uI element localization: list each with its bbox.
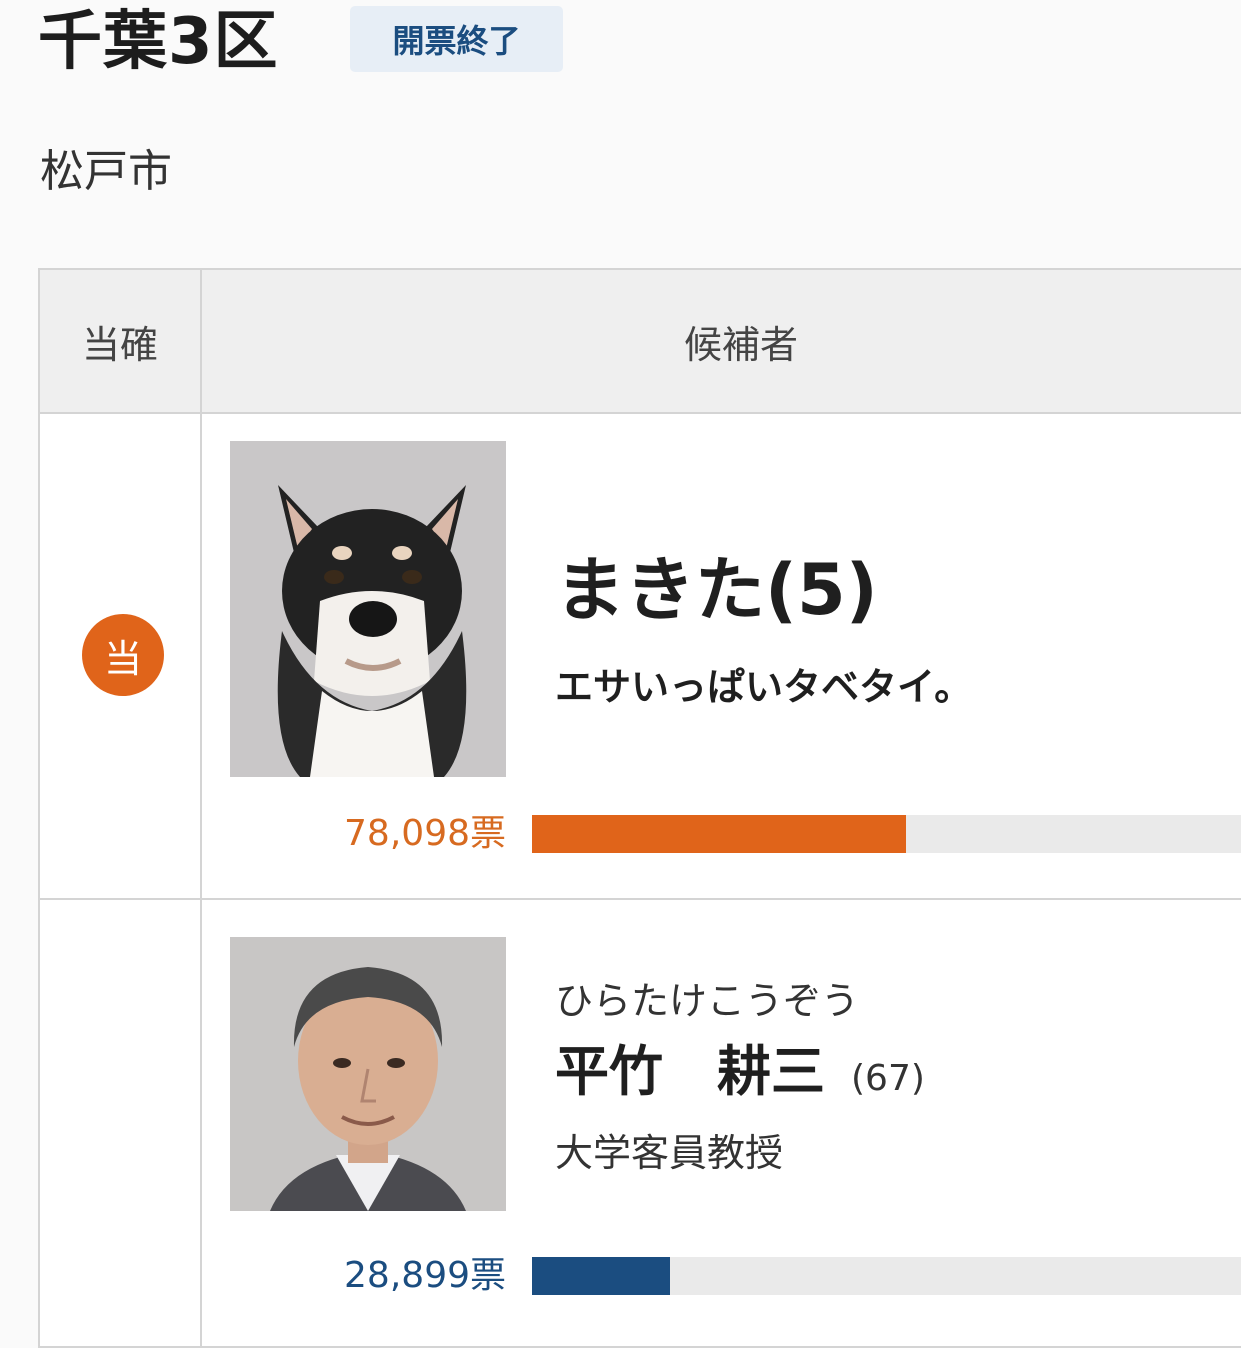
vote-bar-track — [532, 815, 1241, 853]
vote-bar-fill — [532, 1257, 671, 1295]
candidate-photo-person — [230, 937, 506, 1211]
shiba-dog-photo — [230, 441, 506, 777]
candidate-name: まきた(5) — [555, 549, 878, 631]
row-divider — [40, 898, 1241, 900]
candidate-portrait-photo — [230, 937, 506, 1211]
elected-badge: 当 — [82, 614, 164, 696]
vote-bar-fill — [532, 815, 906, 853]
candidate-occupation: 大学客員教授 — [555, 1131, 784, 1175]
candidate-photo-dog — [230, 441, 506, 777]
candidate-age: (67) — [851, 1058, 925, 1099]
vote-count: 28,899票 — [344, 1255, 506, 1296]
vote-count: 78,098票 — [344, 813, 506, 854]
vote-bar-track — [532, 1257, 1241, 1295]
candidate-name-row: 平竹 耕三 (67) — [555, 1040, 925, 1111]
candidate-slogan: エサいっぱいタベタイ。 — [555, 665, 973, 709]
column-header-candidate: 候補者 — [683, 322, 798, 367]
candidate-name: 平竹 耕三 — [555, 1040, 825, 1103]
candidate-kana: ひらたけこうぞう — [555, 979, 860, 1023]
column-header-elected: 当確 — [81, 322, 158, 367]
district-title: 千葉3区 — [38, 5, 279, 79]
results-table: 当確 候補者 当 まきた(5) エサいっぱいタベタイ。 78,098票 ひらたけ… — [38, 268, 1241, 1348]
city-label: 松戸市 — [40, 146, 172, 197]
table-header: 当確 候補者 — [40, 270, 1241, 414]
column-divider — [200, 270, 202, 1346]
status-badge: 開票終了 — [350, 6, 563, 72]
